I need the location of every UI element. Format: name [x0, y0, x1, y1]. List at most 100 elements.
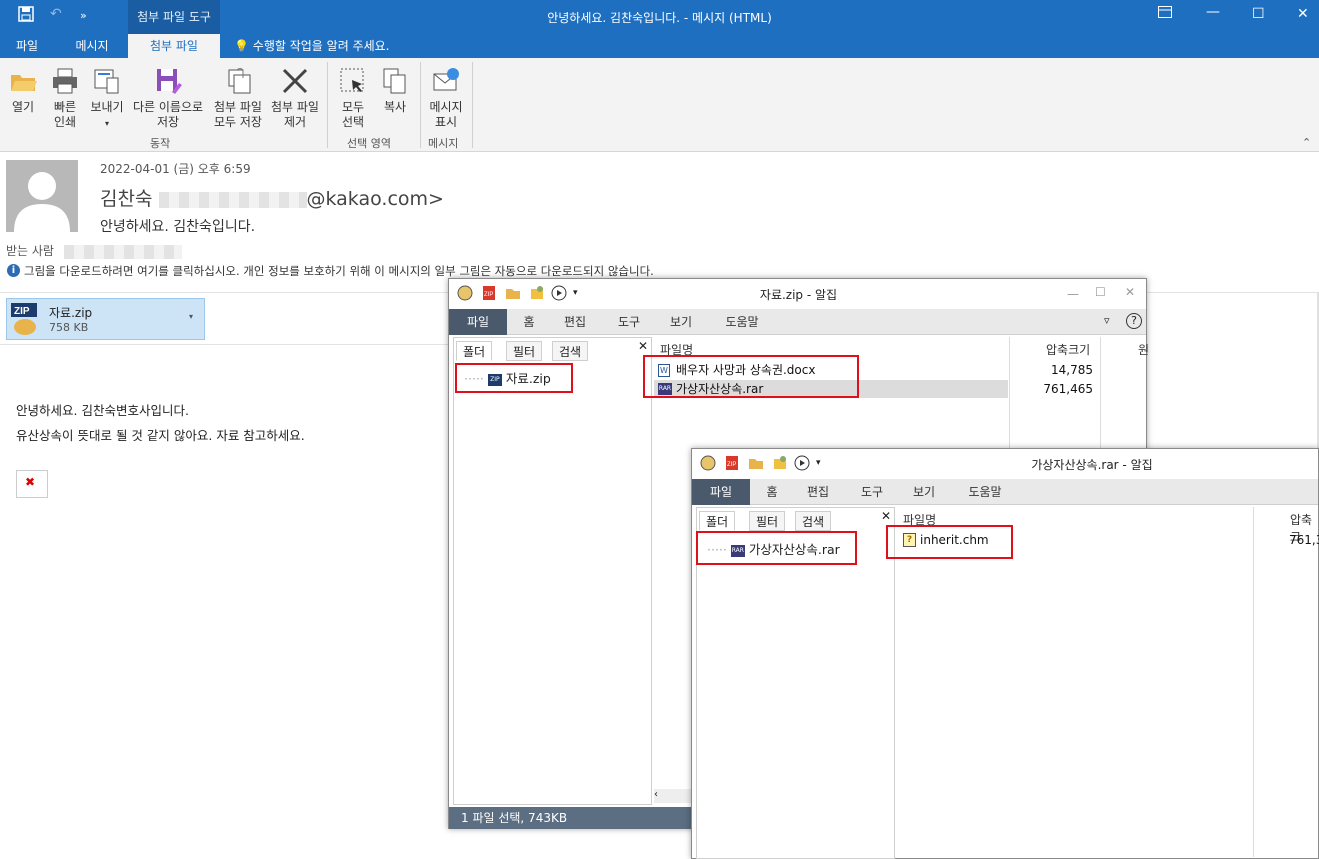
alzip-logo-icon — [700, 455, 716, 471]
save-as-button[interactable]: 다른 이름으로 저장 — [128, 66, 208, 130]
select-all-icon — [340, 68, 364, 92]
save-as-label-1: 다른 이름으로 — [132, 100, 204, 114]
quick-print-button[interactable]: 빠른 인쇄 — [46, 66, 84, 130]
folder-tab-folder[interactable]: 폴더 — [699, 511, 736, 531]
alzip-ribbon-tabs: 파일 홈 편집 도구 보기 도움말 ▿ ? — [449, 309, 1146, 335]
tab-file[interactable]: 파일 — [692, 479, 750, 505]
col-header-size[interactable]: 압축크기 — [1046, 341, 1090, 358]
svg-text:ZIP: ZIP — [727, 462, 736, 468]
scroll-left-icon[interactable]: ‹ — [654, 789, 694, 803]
folder-tab-filter[interactable]: 필터 — [506, 341, 543, 361]
ribbon-display-icon[interactable] — [1158, 6, 1172, 22]
tab-file[interactable]: 파일 — [0, 34, 54, 58]
copy-button[interactable]: 복사 — [378, 66, 412, 115]
window-title: 안녕하세요. 김찬숙입니다. - 메시지 (HTML) — [547, 11, 772, 25]
new-archive-icon[interactable]: ZIP — [724, 455, 740, 471]
send-to-button[interactable]: 보내기 ▾ — [88, 66, 126, 131]
remove-attachment-button[interactable]: 첨부 파일 제거 — [268, 66, 322, 130]
tab-tools[interactable]: 도구 — [611, 309, 647, 335]
file-size: 761,3 — [1289, 533, 1319, 547]
ribbon-separator — [472, 62, 473, 148]
folder-open-icon — [11, 75, 37, 91]
avatar — [6, 160, 78, 232]
tab-tools[interactable]: 도구 — [854, 479, 890, 505]
alzip-window-rar: ZIP ▾ 가상자산상속.rar - 알집 파일 홈 편집 도구 보기 도움말 … — [691, 448, 1319, 859]
file-size: 761,465 — [1043, 382, 1093, 396]
extract-wizard-icon[interactable] — [772, 455, 788, 471]
tab-home[interactable]: 홈 — [513, 309, 545, 335]
close-icon[interactable]: ✕ — [1297, 6, 1309, 22]
sender-name[interactable]: 김찬숙 — [100, 188, 152, 210]
folder-tab-filter[interactable]: 필터 — [749, 511, 786, 531]
save-all-attachments-button[interactable]: 첨부 파일 모두 저장 — [210, 66, 266, 130]
file-list: 파일명 압축크 ? inherit.chm 761,3 — [897, 507, 1319, 859]
quick-access-dropdown-icon[interactable]: ▾ — [816, 458, 832, 474]
tab-view[interactable]: 보기 — [906, 479, 942, 505]
tab-attachment[interactable]: 첨부 파일 — [128, 34, 220, 58]
col-header-orig[interactable]: 원 — [1138, 341, 1149, 358]
tell-me-box[interactable]: 💡 수행할 작업을 알려 주세요. — [234, 34, 414, 58]
tab-file[interactable]: 파일 — [449, 309, 507, 335]
attachment-chip[interactable]: ZIP 자료.zip 758 KB ▾ — [6, 298, 205, 340]
copy-icon — [383, 68, 406, 94]
group-label-message: 메시지 — [428, 137, 459, 150]
to-line: 받는 사람 — [6, 242, 182, 259]
folder-tab-folder[interactable]: 폴더 — [456, 341, 493, 361]
alzip-window-title: 가상자산상속.rar - 알집 — [1031, 458, 1153, 472]
highlight-box — [455, 363, 573, 393]
redacted-email — [158, 191, 307, 208]
quick-print-label-1: 빠른 — [53, 100, 77, 114]
play-icon[interactable] — [794, 455, 810, 471]
help-icon[interactable]: ? — [1126, 313, 1142, 329]
attachment-dropdown-icon[interactable]: ▾ — [189, 312, 193, 321]
collapse-ribbon-icon[interactable]: ⌃ — [1302, 136, 1311, 149]
tab-message[interactable]: 메시지 — [60, 34, 124, 58]
svg-text:ZIP: ZIP — [14, 306, 30, 317]
body-line-1: 안녕하세요. 김찬숙변호사입니다. — [16, 403, 189, 418]
info-icon: i — [7, 264, 20, 277]
sender-email-domain: @kakao.com> — [306, 188, 444, 210]
alzip-ribbon-tabs: 파일 홈 편집 도구 보기 도움말 — [692, 479, 1318, 505]
send-to-icon — [94, 69, 119, 94]
close-pane-icon[interactable]: ✕ — [881, 509, 891, 523]
tab-view[interactable]: 보기 — [663, 309, 699, 335]
open-button[interactable]: 열기 — [6, 66, 40, 115]
tab-edit[interactable]: 편집 — [557, 309, 593, 335]
group-label-selection: 선택 영역 — [347, 137, 391, 150]
open-folder-icon[interactable] — [748, 455, 764, 471]
message-subject: 안녕하세요. 김찬숙입니다. — [100, 219, 256, 235]
show-message-button[interactable]: 메시지 표시 — [424, 66, 468, 130]
highlight-box — [886, 525, 1013, 559]
tab-home[interactable]: 홈 — [756, 479, 788, 505]
save-as-icon — [157, 69, 182, 94]
select-all-button[interactable]: 모두 선택 — [334, 66, 372, 130]
redacted-recipient — [63, 244, 182, 259]
zip-file-icon: ZIP — [11, 303, 39, 338]
minimize-icon[interactable]: — — [1067, 287, 1079, 301]
maximize-icon[interactable]: ☐ — [1095, 285, 1106, 299]
close-icon[interactable]: ✕ — [1125, 285, 1135, 299]
broken-image-icon[interactable]: ✖ — [16, 470, 48, 498]
ribbon-separator — [327, 62, 328, 148]
remove-label-1: 첨부 파일 — [271, 100, 319, 114]
divider — [0, 344, 450, 345]
folder-tab-search[interactable]: 검색 — [795, 511, 832, 531]
open-label: 열기 — [11, 100, 35, 114]
folder-tab-search[interactable]: 검색 — [552, 341, 589, 361]
select-all-label-1: 모두 — [341, 100, 365, 114]
send-label: 보내기 — [90, 100, 124, 114]
tab-help[interactable]: 도움말 — [960, 479, 1010, 505]
group-label-action: 동작 — [150, 137, 171, 150]
maximize-icon[interactable]: ☐ — [1252, 6, 1265, 22]
save-all-label-2: 모두 저장 — [214, 115, 262, 129]
minimize-icon[interactable]: — — [1206, 4, 1220, 20]
lightbulb-icon: 💡 — [234, 39, 249, 53]
attachment-size: 758 KB — [49, 321, 89, 334]
tab-edit[interactable]: 편집 — [800, 479, 836, 505]
show-message-label-1: 메시지 — [429, 100, 463, 114]
ribbon-collapse-icon[interactable]: ▿ — [1104, 314, 1110, 327]
tell-me-text: 수행할 작업을 알려 주세요. — [252, 39, 390, 53]
tab-help[interactable]: 도움말 — [717, 309, 767, 335]
copy-label: 복사 — [383, 100, 407, 114]
close-pane-icon[interactable]: ✕ — [638, 339, 648, 353]
